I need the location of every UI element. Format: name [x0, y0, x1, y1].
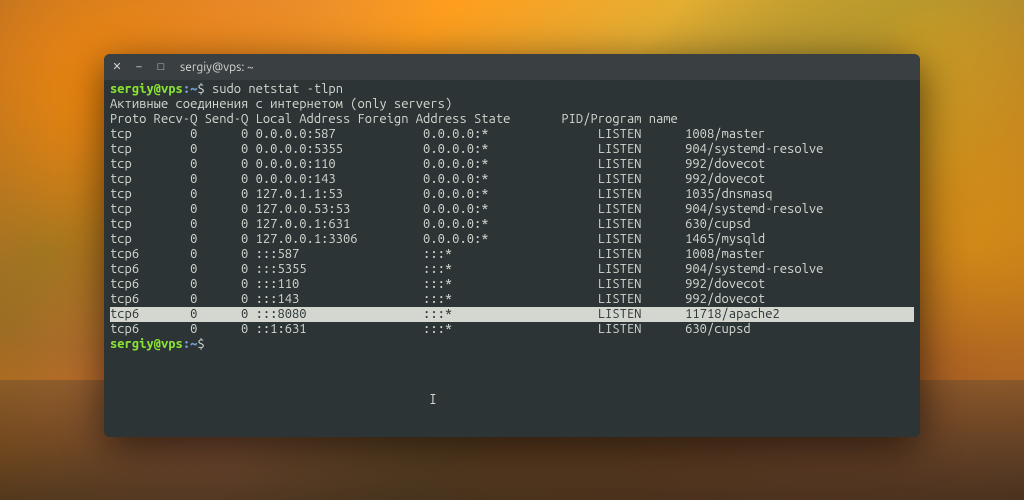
table-row: tcp 0 0 127.0.0.53:53 0.0.0.0:* LISTEN 9…	[110, 202, 914, 217]
terminal-body[interactable]: sergiy@vps:~$ sudo netstat -tlpn Активны…	[104, 80, 920, 437]
window-title: sergiy@vps: ~	[180, 61, 254, 74]
window-controls: ✕ – □	[112, 62, 166, 72]
close-icon[interactable]: ✕	[112, 62, 122, 72]
table-row: tcp6 0 0 :::110 :::* LISTEN 992/dovecot	[110, 277, 914, 292]
prompt-line-1: sergiy@vps:~$ sudo netstat -tlpn	[110, 82, 914, 97]
table-row: tcp 0 0 0.0.0.0:5355 0.0.0.0:* LISTEN 90…	[110, 142, 914, 157]
table-row: tcp 0 0 127.0.1.1:53 0.0.0.0:* LISTEN 10…	[110, 187, 914, 202]
maximize-icon[interactable]: □	[156, 62, 166, 72]
table-row: tcp6 0 0 :::8080 :::* LISTEN 11718/apach…	[110, 307, 914, 322]
prompt-dollar: $	[197, 337, 212, 351]
table-row: tcp 0 0 0.0.0.0:587 0.0.0.0:* LISTEN 100…	[110, 127, 914, 142]
text-cursor-icon: I	[429, 392, 430, 406]
table-row: tcp 0 0 0.0.0.0:143 0.0.0.0:* LISTEN 992…	[110, 172, 914, 187]
table-row: tcp 0 0 127.0.0.1:3306 0.0.0.0:* LISTEN …	[110, 232, 914, 247]
window-titlebar[interactable]: ✕ – □ sergiy@vps: ~	[104, 54, 920, 80]
prompt-userhost: sergiy@vps	[110, 82, 183, 96]
prompt-colon: :	[183, 82, 190, 96]
prompt-dollar: $	[197, 82, 212, 96]
table-row: tcp 0 0 127.0.0.1:631 0.0.0.0:* LISTEN 6…	[110, 217, 914, 232]
terminal-window: ✕ – □ sergiy@vps: ~ sergiy@vps:~$ sudo n…	[104, 54, 920, 437]
table-row: tcp6 0 0 :::143 :::* LISTEN 992/dovecot	[110, 292, 914, 307]
table-row: tcp 0 0 0.0.0.0:110 0.0.0.0:* LISTEN 992…	[110, 157, 914, 172]
command-text: sudo netstat -tlpn	[212, 82, 343, 96]
minimize-icon[interactable]: –	[134, 62, 144, 72]
table-row: tcp6 0 0 ::1:631 :::* LISTEN 630/cupsd	[110, 322, 914, 337]
table-row: tcp6 0 0 :::587 :::* LISTEN 1008/master	[110, 247, 914, 262]
table-row: tcp6 0 0 :::5355 :::* LISTEN 904/systemd…	[110, 262, 914, 277]
output-header-1: Активные соединения с интернетом (only s…	[110, 97, 914, 112]
prompt-colon: :	[183, 337, 190, 351]
prompt-line-2: sergiy@vps:~$	[110, 337, 914, 352]
prompt-userhost: sergiy@vps	[110, 337, 183, 351]
columns-header: Proto Recv-Q Send-Q Local Address Foreig…	[110, 112, 914, 127]
